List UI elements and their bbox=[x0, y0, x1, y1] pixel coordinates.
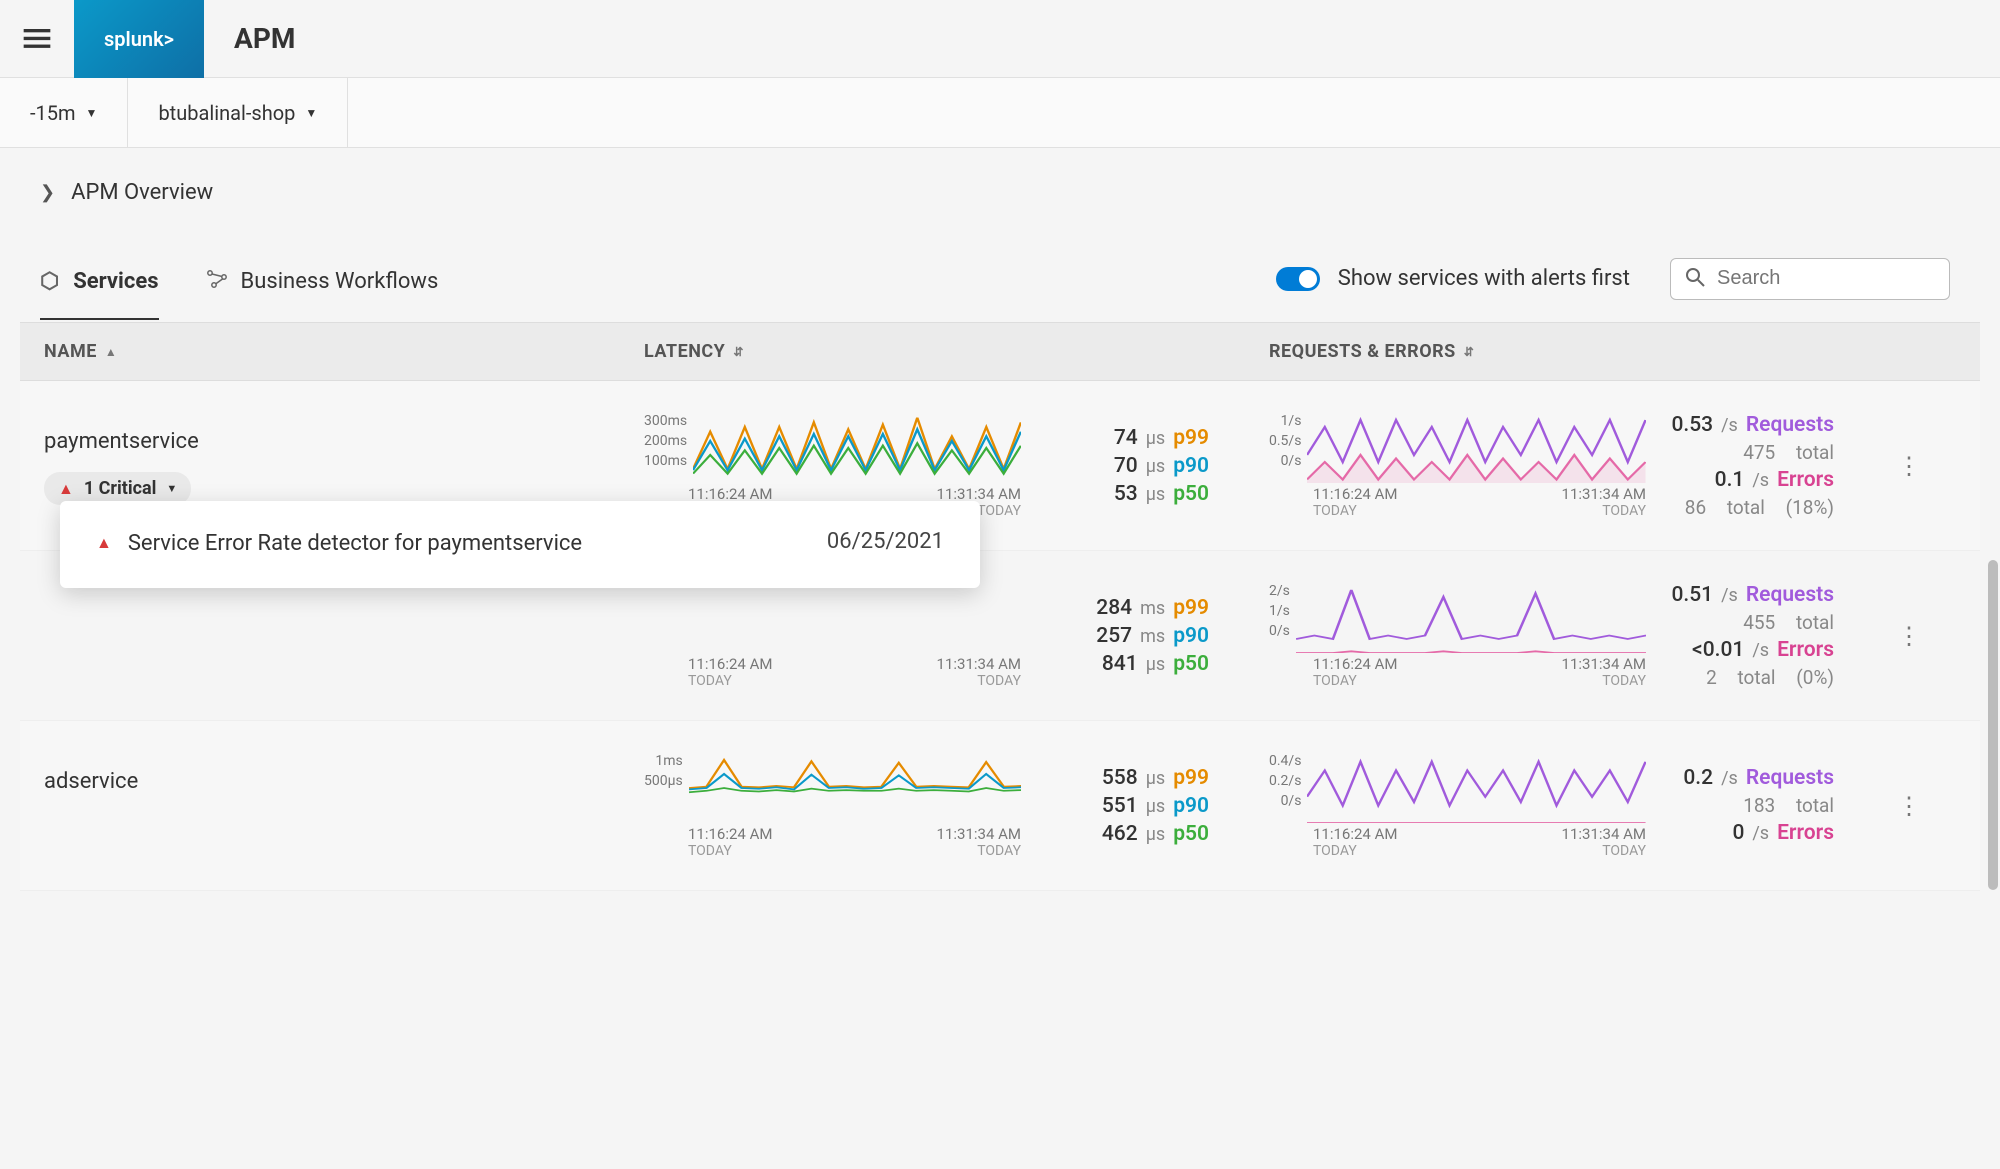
tab-services[interactable]: ⬡ Services bbox=[40, 255, 159, 320]
app-title: APM bbox=[204, 22, 325, 55]
reqerr-cell: 2/s1/s0/s 11:16:24 AM11:31:34 AM TODAYTO… bbox=[1245, 551, 1870, 720]
sort-icon: ⇵ bbox=[1464, 345, 1475, 359]
latency-sparkline bbox=[693, 413, 1021, 483]
kebab-menu-icon[interactable]: ⋮ bbox=[1897, 792, 1923, 820]
alert-popover-date: 06/25/2021 bbox=[827, 529, 944, 554]
reqerr-chart: 1/s 0.5/s 0/s 11:16:24 AM11:31:34 AM TOD… bbox=[1269, 399, 1646, 532]
tab-services-label: Services bbox=[73, 269, 158, 294]
latency-chart: 11:16:24 AM11:31:34 AM TODAYTODAY bbox=[644, 569, 1021, 702]
tab-workflows-label: Business Workflows bbox=[241, 269, 439, 294]
environment-dropdown[interactable]: btubalinal-shop ▼ bbox=[128, 78, 348, 147]
latency-metrics: 74μsp99 70μsp90 53μsp50 bbox=[1021, 399, 1221, 532]
column-latency[interactable]: LATENCY⇵ bbox=[620, 323, 1245, 380]
latency-cell: 1ms500μs 11:16:24 AM11:31:34 AM TODAYTOD… bbox=[620, 721, 1245, 890]
reqerr-cell: 1/s 0.5/s 0/s 11:16:24 AM11:31:34 AM TOD… bbox=[1245, 381, 1870, 550]
column-requests-errors[interactable]: REQUESTS & ERRORS⇵ bbox=[1245, 323, 1870, 380]
reqerr-sparkline bbox=[1296, 583, 1646, 653]
chevron-down-icon: ▼ bbox=[305, 106, 317, 120]
search-box[interactable] bbox=[1670, 258, 1950, 300]
splunk-logo: splunk> bbox=[74, 0, 204, 78]
table-header: NAME▲ LATENCY⇵ REQUESTS & ERRORS⇵ bbox=[20, 322, 1980, 381]
menu-button[interactable] bbox=[0, 29, 74, 49]
breadcrumb-link[interactable]: ❯ APM Overview bbox=[40, 180, 1960, 205]
kebab-menu-icon[interactable]: ⋮ bbox=[1897, 452, 1923, 480]
sort-asc-icon: ▲ bbox=[105, 345, 117, 359]
tabs-row: ⬡ Services Business Workflows Show servi… bbox=[0, 225, 2000, 322]
alert-popover: ▲ Service Error Rate detector for paymen… bbox=[60, 501, 980, 588]
latency-yaxis: 300ms 200ms 100ms bbox=[644, 413, 693, 483]
sort-icon: ⇵ bbox=[733, 345, 744, 359]
reqerr-metrics: 0.53/sRequests 475 total 0.1/sErrors 86 … bbox=[1646, 399, 1846, 532]
breadcrumb-text: APM Overview bbox=[71, 180, 213, 205]
alerts-first-toggle[interactable] bbox=[1276, 267, 1320, 291]
workflow-icon bbox=[207, 269, 227, 294]
reqerr-cell: 0.4/s0.2/s0/s 11:16:24 AM11:31:34 AM TOD… bbox=[1245, 721, 1870, 890]
service-name[interactable]: adservice bbox=[44, 739, 596, 794]
reqerr-xaxis: 11:16:24 AM11:31:34 AM bbox=[1269, 483, 1646, 503]
environment-value: btubalinal-shop bbox=[158, 101, 295, 125]
latency-xaxis: 11:16:24 AM11:31:34 AM bbox=[644, 483, 1021, 503]
service-name[interactable]: paymentservice bbox=[44, 399, 596, 454]
reqerr-yaxis: 1/s 0.5/s 0/s bbox=[1269, 413, 1307, 483]
chevron-right-icon: ❯ bbox=[40, 182, 55, 203]
column-name[interactable]: NAME▲ bbox=[20, 323, 620, 380]
chevron-down-icon: ▼ bbox=[86, 106, 98, 120]
alerts-first-label: Show services with alerts first bbox=[1338, 266, 1630, 291]
kebab-menu-icon[interactable]: ⋮ bbox=[1897, 622, 1923, 650]
critical-triangle-icon: ▲ bbox=[58, 479, 74, 499]
alert-count: 1 Critical bbox=[84, 478, 157, 499]
hamburger-icon bbox=[23, 29, 51, 49]
reqerr-sparkline bbox=[1307, 413, 1646, 483]
timerange-value: -15m bbox=[30, 101, 76, 125]
alert-popover-message[interactable]: Service Error Rate detector for payments… bbox=[128, 529, 811, 560]
critical-triangle-icon: ▲ bbox=[96, 533, 112, 553]
chevron-down-icon: ▼ bbox=[166, 482, 177, 495]
service-name-cell: adservice bbox=[20, 721, 620, 890]
reqerr-sparkline bbox=[1307, 753, 1646, 823]
filter-bar: -15m ▼ btubalinal-shop ▼ bbox=[0, 78, 2000, 148]
latency-sparkline bbox=[650, 583, 1021, 653]
column-actions bbox=[1870, 323, 1950, 380]
timerange-dropdown[interactable]: -15m ▼ bbox=[0, 78, 128, 147]
alerts-first-toggle-group: Show services with alerts first bbox=[1276, 266, 1630, 309]
hexagon-icon: ⬡ bbox=[40, 269, 59, 294]
search-icon bbox=[1685, 267, 1705, 291]
row-actions: ⋮ bbox=[1870, 381, 1950, 550]
latency-sparkline bbox=[689, 753, 1021, 823]
service-row: adservice 1ms500μs 11:16:24 AM11:31:34 A… bbox=[20, 721, 1980, 891]
search-input[interactable] bbox=[1717, 267, 1935, 290]
scrollbar[interactable] bbox=[1988, 560, 1998, 890]
tabs: ⬡ Services Business Workflows bbox=[40, 255, 438, 320]
rows-container: paymentservice ▲ 1 Critical ▼ 300ms 200m… bbox=[20, 381, 1980, 891]
breadcrumb-area: ❯ APM Overview bbox=[0, 148, 2000, 225]
topbar: splunk> APM bbox=[0, 0, 2000, 78]
tab-workflows[interactable]: Business Workflows bbox=[207, 255, 439, 320]
